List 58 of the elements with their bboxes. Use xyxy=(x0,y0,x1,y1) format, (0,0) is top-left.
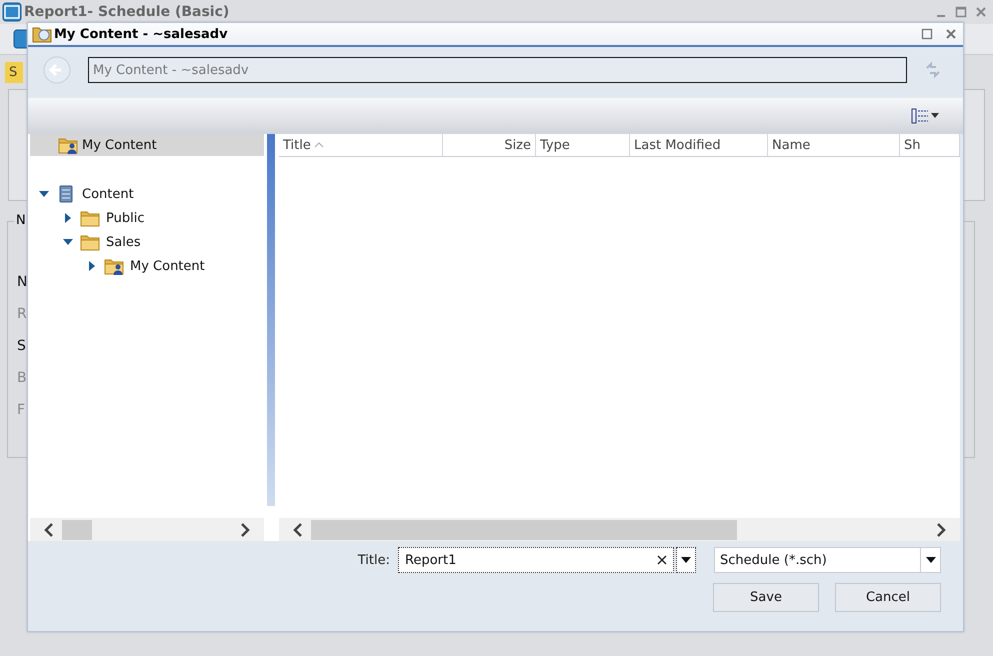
caret-icon xyxy=(926,557,936,563)
clear-icon[interactable] xyxy=(657,555,667,565)
dropdown-button[interactable] xyxy=(676,547,696,573)
scrollbar-thumb[interactable] xyxy=(62,520,92,540)
column-label: Type xyxy=(540,138,570,152)
tree-item[interactable]: Public xyxy=(106,210,144,226)
column-label: Title xyxy=(283,138,311,152)
close-icon[interactable] xyxy=(975,6,987,18)
column-label: Last Modified xyxy=(634,138,721,152)
folder-icon xyxy=(32,25,52,43)
dialog-button[interactable]: Cancel xyxy=(835,583,941,612)
column-label: Sh xyxy=(904,138,920,152)
title-label: Title: xyxy=(358,552,390,568)
tree-item[interactable]: My Content xyxy=(130,258,205,274)
field-label: N xyxy=(17,274,28,292)
field-label: F xyxy=(17,402,26,420)
maximize-icon[interactable] xyxy=(921,28,933,40)
title-input-field[interactable]: Report1 xyxy=(398,547,674,573)
horizontal-scrollbar[interactable] xyxy=(279,518,960,541)
column-header[interactable]: Type xyxy=(536,134,630,156)
tree-item[interactable]: My Content xyxy=(82,138,157,152)
column-label: Size xyxy=(504,138,531,152)
scroll-right-icon[interactable] xyxy=(240,522,250,536)
column-header[interactable]: Size xyxy=(443,134,536,156)
tab[interactable]: S xyxy=(5,62,24,83)
field-label: B xyxy=(17,370,28,388)
folder-icon xyxy=(80,233,100,251)
user-folder-icon xyxy=(58,136,78,154)
dialog-button[interactable]: Save xyxy=(713,583,819,612)
field-label: R xyxy=(17,306,28,324)
maximize-icon[interactable] xyxy=(955,6,967,18)
tree-item[interactable]: Sales xyxy=(106,234,141,250)
tree-item[interactable]: Content xyxy=(82,186,134,202)
splitter[interactable] xyxy=(267,134,275,506)
field-label: S xyxy=(17,338,27,356)
user-folder-icon xyxy=(104,257,124,275)
title-value: Report1 xyxy=(405,552,458,568)
scroll-left-icon[interactable] xyxy=(293,522,303,536)
app-logo-icon xyxy=(2,2,22,22)
window-title: Report1- Schedule (Basic) xyxy=(24,4,230,20)
column-header[interactable]: Sh xyxy=(900,134,960,156)
file-type-dropdown[interactable]: Schedule (*.sch) xyxy=(714,547,941,573)
dialog-title: My Content - ~salesadv xyxy=(54,26,228,42)
scroll-left-icon[interactable] xyxy=(44,522,54,536)
folder-icon xyxy=(80,209,100,227)
caret-icon xyxy=(931,113,939,119)
column-header[interactable]: Last Modified xyxy=(630,134,768,156)
column-label: Name xyxy=(772,138,810,152)
scroll-right-icon[interactable] xyxy=(936,522,946,536)
address-field[interactable]: My Content - ~salesadv xyxy=(88,57,907,83)
column-header[interactable]: Title xyxy=(279,134,443,156)
caret-icon xyxy=(681,557,691,563)
view-options-button[interactable] xyxy=(911,108,939,124)
scrollbar-thumb[interactable] xyxy=(311,520,737,540)
column-header[interactable]: Name xyxy=(768,134,900,156)
horizontal-scrollbar[interactable] xyxy=(30,518,264,541)
close-icon[interactable] xyxy=(945,28,957,40)
tree-root-item[interactable]: My Content xyxy=(30,134,264,156)
